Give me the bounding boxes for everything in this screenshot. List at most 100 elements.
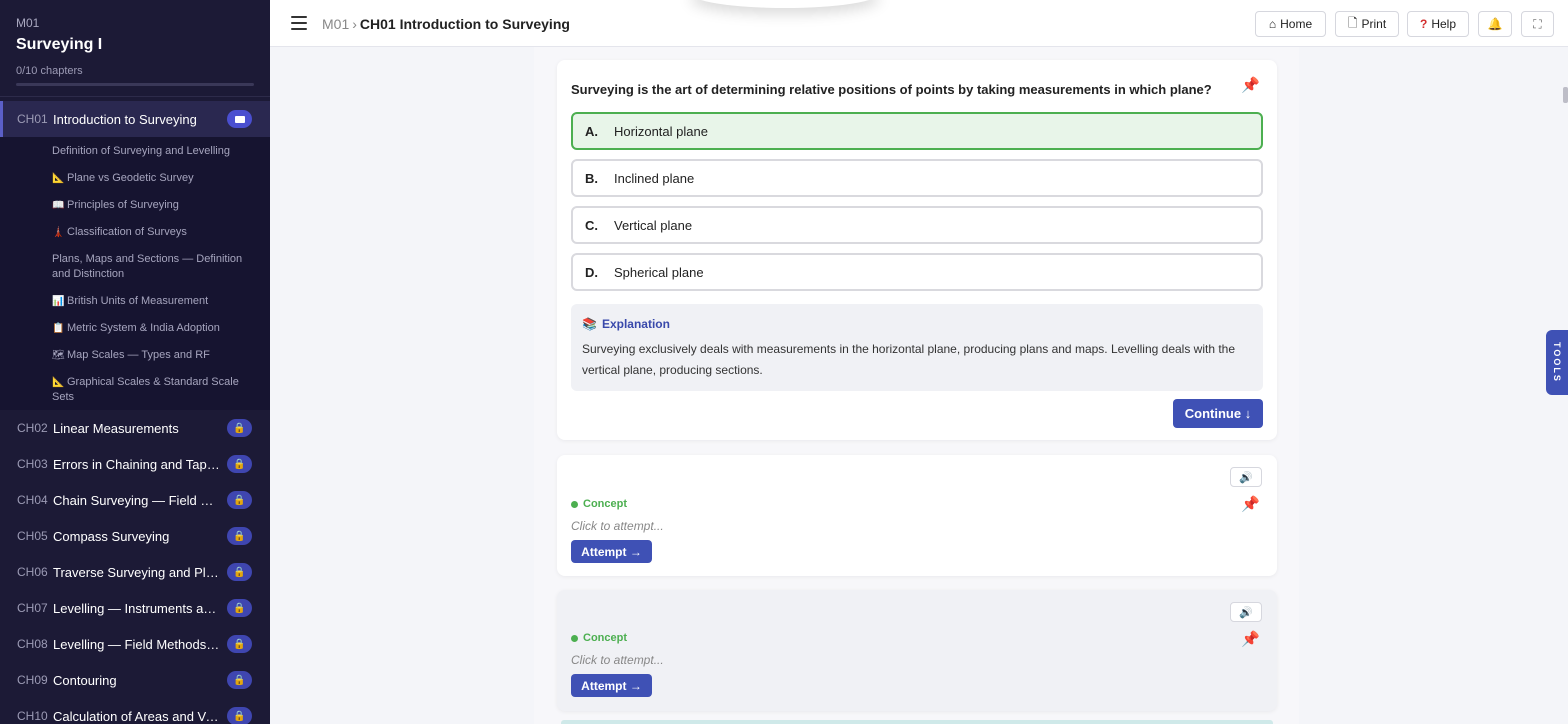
option-b[interactable]: B. Inclined plane	[571, 159, 1263, 197]
subtopic-item[interactable]: 🗼 Classification of Surveys	[52, 225, 247, 240]
sidebar-item-ch10[interactable]: CH10 Calculation of Areas and Volu... 🔒	[0, 698, 270, 724]
lock-icon: 🔒	[227, 455, 252, 473]
pin-icon[interactable]: 📌	[1241, 495, 1260, 513]
notifications-button[interactable]: 🔔	[1478, 11, 1512, 37]
subtopic-item[interactable]: 📐 Plane vs Geodetic Survey	[52, 171, 247, 186]
breadcrumb-separator: ›	[352, 16, 357, 32]
hamburger-menu-icon[interactable]	[291, 16, 307, 30]
books-icon: 📚	[582, 317, 597, 331]
explanation-title: 📚 Explanation	[582, 317, 670, 331]
lock-icon: 🔒	[227, 527, 252, 545]
chapter-title: Errors in Chaining and Tape C...	[53, 456, 221, 472]
explanation-body: Surveying exclusively deals with measure…	[582, 342, 1236, 377]
chapter-code: CH10	[17, 709, 48, 723]
breadcrumb-module[interactable]: M01	[322, 16, 349, 32]
ruler-icon: 📐	[52, 377, 65, 388]
status-dot-icon	[571, 500, 578, 508]
chapter-title: Contouring	[53, 672, 117, 688]
question-text: Surveying is the art of determining rela…	[571, 82, 1212, 97]
continue-button[interactable]: Continue ↓	[1173, 399, 1263, 428]
subtopic-item[interactable]: Definition of Surveying and Levelling	[52, 144, 247, 159]
option-label: Inclined plane	[614, 170, 695, 186]
chapter-title: Calculation of Areas and Volu...	[53, 708, 221, 724]
option-key: C.	[585, 217, 598, 233]
sidebar-item-ch07[interactable]: CH07 Levelling — Instruments and ... 🔒	[0, 590, 270, 626]
lock-icon: 🔒	[227, 599, 252, 617]
chapter-code: CH05	[17, 529, 48, 543]
lock-icon: 🔒	[227, 635, 252, 653]
lock-icon: 🔒	[227, 671, 252, 689]
chapter-code: CH01	[17, 112, 48, 126]
attempt-hint[interactable]: Click to attempt...	[571, 519, 664, 533]
option-c[interactable]: C. Vertical plane	[571, 206, 1263, 244]
attempt-button[interactable]: Attempt →	[571, 540, 652, 563]
attempt-hint[interactable]: Click to attempt...	[571, 653, 664, 667]
lock-icon: 🔒	[227, 491, 252, 509]
option-key: D.	[585, 264, 598, 280]
status-dot-icon	[571, 634, 578, 642]
subtopic-item[interactable]: 📋 Metric System & India Adoption	[52, 321, 247, 336]
option-key: B.	[585, 170, 598, 186]
sidebar-item-ch06[interactable]: CH06 Traverse Surveying and Plane ... 🔒	[0, 554, 270, 590]
subtopic-item[interactable]: 🗺 Map Scales — Types and RF	[52, 348, 247, 363]
subtopic-item[interactable]: 📖 Principles of Surveying	[52, 198, 247, 213]
next-card-edge	[561, 720, 1273, 724]
sidebar-item-ch09[interactable]: CH09 Contouring 🔒	[0, 662, 270, 698]
tools-tab[interactable]: TOOLS	[1546, 330, 1568, 395]
subtopic-item[interactable]: Plans, Maps and Sections — Definition an…	[52, 252, 247, 282]
option-label: Spherical plane	[614, 264, 704, 280]
lock-icon: 🔒	[227, 707, 252, 724]
chapter-title: Compass Surveying	[53, 528, 170, 544]
course-title: Surveying I	[16, 36, 103, 53]
speaker-icon[interactable]: 🔊	[1230, 602, 1262, 622]
lock-icon: 🔒	[227, 563, 252, 581]
chapter-title: Levelling — Field Methods an...	[53, 636, 221, 652]
home-icon: ⌂	[1268, 17, 1277, 31]
chapter-title: Linear Measurements	[53, 420, 179, 436]
breadcrumb: M01 › CH01 Introduction to Surveying	[322, 16, 570, 32]
chapter-title: Levelling — Instruments and ...	[53, 600, 221, 616]
attempt-button[interactable]: Attempt →	[571, 674, 652, 697]
concept-tag: Concept	[571, 498, 627, 510]
sidebar-item-ch01[interactable]: CH01 Introduction to Surveying	[0, 101, 270, 137]
tower-icon: 🗼	[52, 227, 65, 238]
document-icon: 🗋	[1347, 15, 1358, 30]
home-button[interactable]: ⌂ Home	[1255, 11, 1326, 37]
chapter-code: CH04	[17, 493, 48, 507]
concept-card: 🔊 📌 Concept Click to attempt... Attempt …	[557, 455, 1277, 576]
option-d[interactable]: D. Spherical plane	[571, 253, 1263, 291]
chapter-title: Introduction to Surveying	[53, 111, 197, 127]
map-icon: 🗺	[52, 350, 65, 361]
chapter-title: Chain Surveying — Field Met...	[53, 492, 221, 508]
sidebar-item-ch03[interactable]: CH03 Errors in Chaining and Tape C... 🔒	[0, 446, 270, 482]
pin-icon[interactable]: 📌	[1241, 630, 1260, 648]
subtopic-item[interactable]: 📐 Graphical Scales & Standard Scale Sets	[52, 375, 247, 405]
print-button[interactable]: 🗋 Print	[1335, 11, 1399, 37]
sidebar-item-ch08[interactable]: CH08 Levelling — Field Methods an... 🔒	[0, 626, 270, 662]
chapter-title: Traverse Surveying and Plane ...	[53, 564, 221, 580]
scrollbar-thumb[interactable]	[1563, 87, 1568, 103]
progress-bar	[16, 83, 254, 86]
option-a[interactable]: A. Horizontal plane	[571, 112, 1263, 150]
pin-icon[interactable]: 📌	[1241, 76, 1260, 94]
chapter-code: CH08	[17, 637, 48, 651]
explanation-box: 📚 Explanation Surveying exclusively deals…	[571, 304, 1263, 391]
sidebar-item-ch04[interactable]: CH04 Chain Surveying — Field Met... 🔒	[0, 482, 270, 518]
speaker-icon[interactable]: 🔊	[1230, 467, 1262, 487]
sidebar-item-ch05[interactable]: CH05 Compass Surveying 🔒	[0, 518, 270, 554]
open-book-icon	[227, 110, 252, 128]
fullscreen-button[interactable]: ⛶	[1521, 11, 1554, 37]
sidebar: M01 Surveying I 0/10 chapters CH01 Intro…	[0, 0, 270, 724]
chapter-code: CH06	[17, 565, 48, 579]
clipboard-icon: 📋	[52, 323, 65, 334]
sidebar-item-ch02[interactable]: CH02 Linear Measurements 🔒	[0, 410, 270, 446]
option-key: A.	[585, 123, 598, 139]
subtopic-item[interactable]: 📊 British Units of Measurement	[52, 294, 247, 309]
chapter-code: CH02	[17, 421, 48, 435]
chart-icon: 📊	[52, 296, 65, 307]
help-button[interactable]: ? Help	[1407, 11, 1469, 37]
chapter-code: CH07	[17, 601, 48, 615]
chapter-code: CH09	[17, 673, 48, 687]
module-code: M01	[16, 16, 40, 30]
concept-tag: Concept	[571, 632, 627, 644]
